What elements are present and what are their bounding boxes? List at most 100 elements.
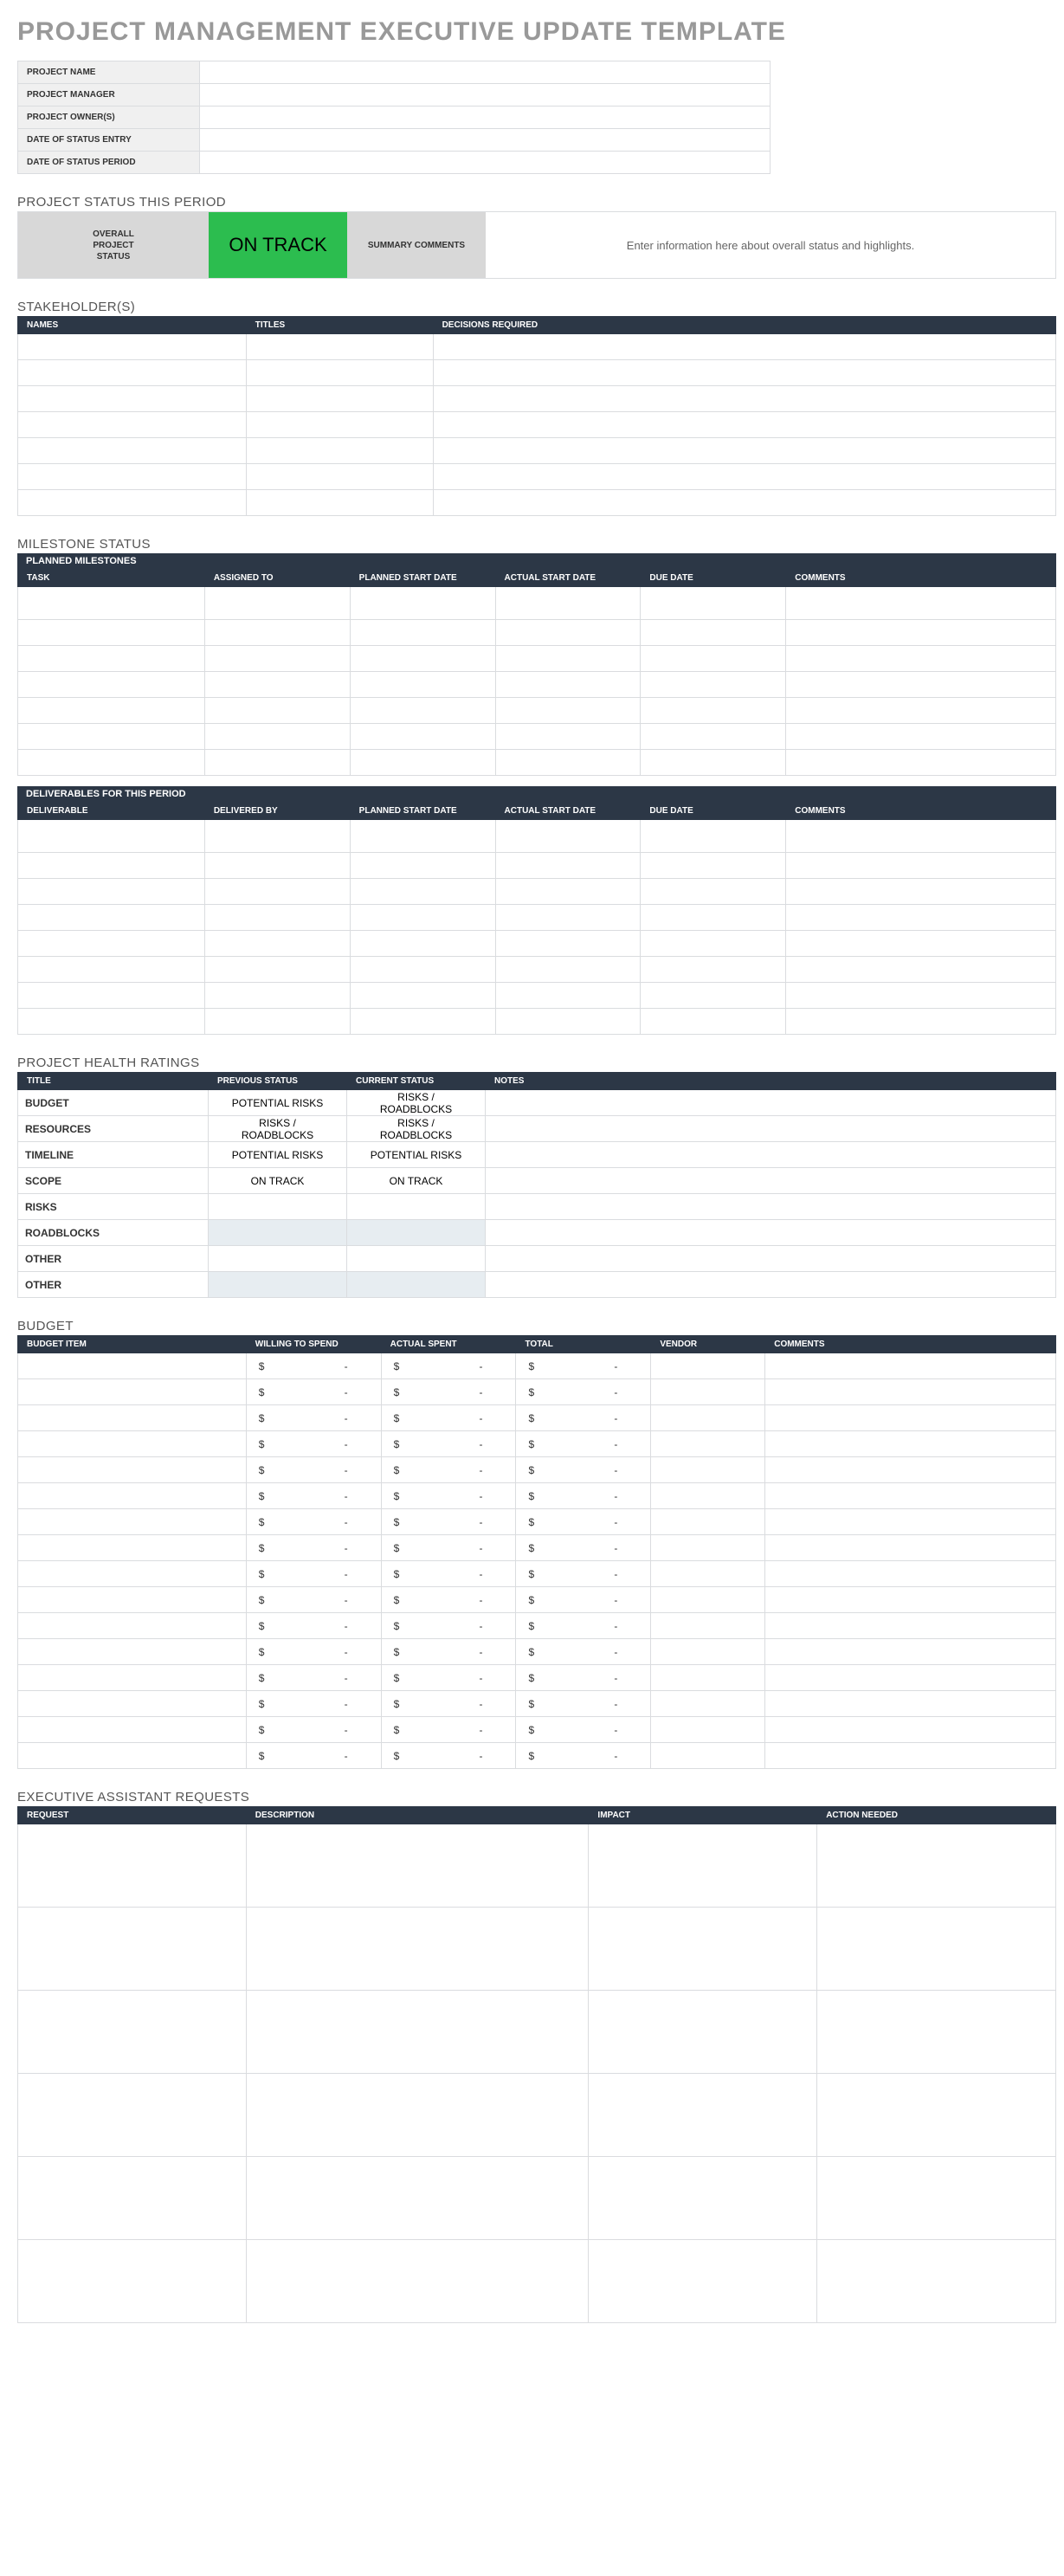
table-cell[interactable] [350,1009,495,1035]
budget-amount[interactable]: $- [381,1613,516,1639]
budget-comments[interactable] [765,1665,1056,1691]
budget-amount[interactable]: $- [381,1353,516,1379]
budget-vendor[interactable] [651,1431,765,1457]
table-cell[interactable] [18,386,247,412]
table-cell[interactable] [641,750,786,776]
table-cell[interactable] [641,853,786,879]
table-cell[interactable] [495,853,641,879]
budget-item[interactable] [18,1483,247,1509]
budget-amount[interactable]: $- [246,1587,381,1613]
budget-amount[interactable]: $- [381,1379,516,1405]
budget-item[interactable] [18,1535,247,1561]
table-cell[interactable] [350,724,495,750]
table-cell[interactable] [433,490,1055,516]
budget-amount[interactable]: $- [246,1613,381,1639]
budget-amount[interactable]: $- [516,1509,651,1535]
table-cell[interactable] [350,672,495,698]
table-cell[interactable] [18,438,247,464]
table-cell[interactable] [18,698,205,724]
budget-comments[interactable] [765,1613,1056,1639]
budget-item[interactable] [18,1717,247,1743]
table-cell[interactable] [350,931,495,957]
budget-amount[interactable]: $- [516,1483,651,1509]
table-cell[interactable] [641,957,786,983]
exec-cell[interactable] [18,2157,247,2240]
budget-amount[interactable]: $- [516,1639,651,1665]
exec-cell[interactable] [589,2074,817,2157]
table-cell[interactable] [350,853,495,879]
budget-vendor[interactable] [651,1639,765,1665]
budget-item[interactable] [18,1561,247,1587]
budget-item[interactable] [18,1379,247,1405]
table-cell[interactable] [786,820,1056,853]
table-cell[interactable] [204,587,350,620]
budget-comments[interactable] [765,1743,1056,1769]
table-cell[interactable] [495,724,641,750]
info-value[interactable] [200,129,771,152]
exec-cell[interactable] [246,2240,589,2323]
exec-cell[interactable] [589,2240,817,2323]
table-cell[interactable] [18,1009,205,1035]
budget-item[interactable] [18,1509,247,1535]
budget-comments[interactable] [765,1691,1056,1717]
table-cell[interactable] [350,698,495,724]
health-notes[interactable] [486,1090,1056,1116]
budget-amount[interactable]: $- [516,1717,651,1743]
budget-amount[interactable]: $- [381,1405,516,1431]
table-cell[interactable] [495,750,641,776]
table-cell[interactable] [641,905,786,931]
budget-amount[interactable]: $- [516,1535,651,1561]
table-cell[interactable] [350,820,495,853]
table-cell[interactable] [641,620,786,646]
table-cell[interactable] [786,750,1056,776]
budget-amount[interactable]: $- [381,1743,516,1769]
exec-cell[interactable] [246,1991,589,2074]
budget-amount[interactable]: $- [516,1691,651,1717]
table-cell[interactable] [18,490,247,516]
table-cell[interactable] [18,464,247,490]
table-cell[interactable] [433,386,1055,412]
budget-amount[interactable]: $- [516,1431,651,1457]
budget-amount[interactable]: $- [381,1509,516,1535]
budget-comments[interactable] [765,1431,1056,1457]
health-notes[interactable] [486,1272,1056,1298]
budget-vendor[interactable] [651,1379,765,1405]
exec-cell[interactable] [589,1824,817,1908]
exec-cell[interactable] [246,1908,589,1991]
table-cell[interactable] [495,698,641,724]
exec-cell[interactable] [18,1824,247,1908]
budget-amount[interactable]: $- [516,1405,651,1431]
table-cell[interactable] [495,672,641,698]
table-cell[interactable] [641,879,786,905]
budget-amount[interactable]: $- [516,1665,651,1691]
budget-vendor[interactable] [651,1535,765,1561]
table-cell[interactable] [786,724,1056,750]
budget-amount[interactable]: $- [516,1379,651,1405]
budget-amount[interactable]: $- [381,1665,516,1691]
budget-vendor[interactable] [651,1483,765,1509]
exec-cell[interactable] [589,1908,817,1991]
table-cell[interactable] [246,360,433,386]
budget-comments[interactable] [765,1379,1056,1405]
info-value[interactable] [200,61,771,84]
budget-amount[interactable]: $- [246,1743,381,1769]
health-notes[interactable] [486,1168,1056,1194]
table-cell[interactable] [786,957,1056,983]
budget-item[interactable] [18,1431,247,1457]
budget-vendor[interactable] [651,1691,765,1717]
table-cell[interactable] [18,931,205,957]
budget-vendor[interactable] [651,1509,765,1535]
table-cell[interactable] [18,853,205,879]
table-cell[interactable] [641,820,786,853]
table-cell[interactable] [786,983,1056,1009]
table-cell[interactable] [641,983,786,1009]
table-cell[interactable] [204,750,350,776]
budget-comments[interactable] [765,1717,1056,1743]
budget-amount[interactable]: $- [381,1587,516,1613]
exec-cell[interactable] [817,2240,1056,2323]
budget-amount[interactable]: $- [381,1717,516,1743]
table-cell[interactable] [246,412,433,438]
table-cell[interactable] [786,672,1056,698]
budget-amount[interactable]: $- [516,1743,651,1769]
health-notes[interactable] [486,1142,1056,1168]
